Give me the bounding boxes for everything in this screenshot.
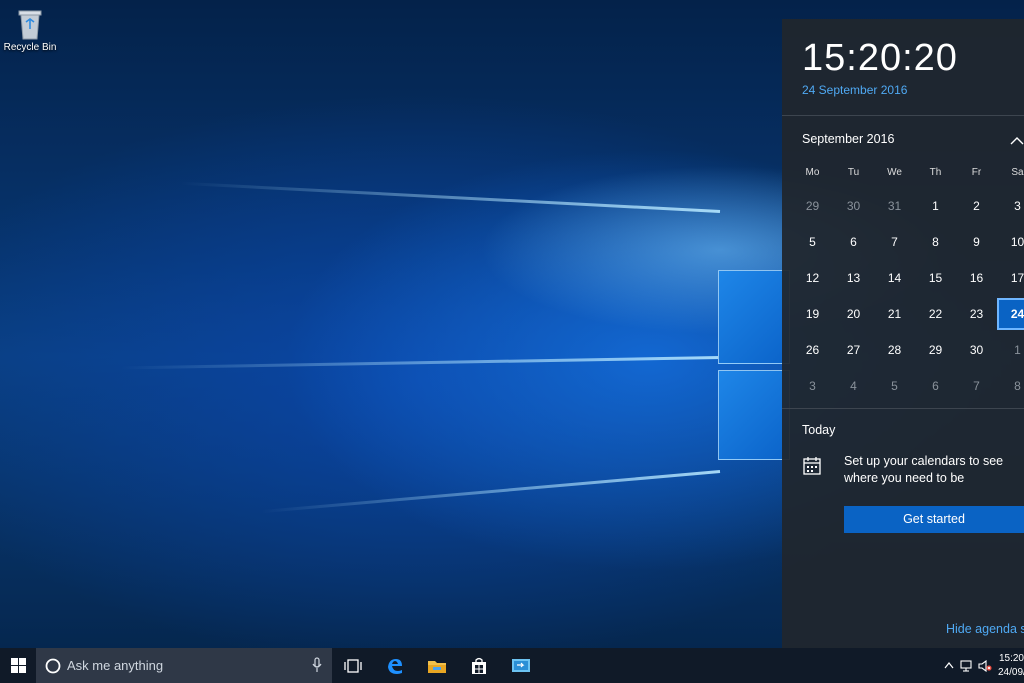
calendar-week-row: 345678 (792, 370, 1024, 402)
calendar-week-row: 19 20 21 22 23 24 (792, 298, 1024, 330)
calendar-day[interactable]: 20 (833, 298, 874, 330)
clock-date: 24/09/2016 (998, 666, 1024, 678)
calendar-day[interactable]: 29 (792, 190, 833, 222)
weekday-label: Sa (1011, 167, 1024, 178)
calendar-icon (803, 457, 821, 479)
calendar-week-row: 12 13 14 15 16 17 (792, 262, 1024, 294)
divider (782, 115, 1024, 116)
calendar-day[interactable]: 7 (874, 226, 915, 258)
calendar-day[interactable]: 19 (792, 298, 833, 330)
start-button[interactable] (0, 648, 36, 683)
flyout-time: 15:20:20 (802, 37, 958, 79)
calendar-day[interactable]: 30 (833, 190, 874, 222)
calendar-week-row: 29 30 31 1 2 3 (792, 190, 1024, 222)
calendar-day[interactable]: 14 (874, 262, 915, 294)
weekday-label: Th (929, 167, 942, 178)
network-icon[interactable] (958, 648, 976, 683)
desktop-icon-label: Recycle Bin (3, 42, 57, 53)
agenda-message: Set up your calendars to see where you n… (844, 454, 1004, 485)
search-placeholder: Ask me anything (67, 658, 164, 673)
calendar-day[interactable]: 2 (956, 190, 997, 222)
search-box[interactable]: Ask me anything (36, 648, 332, 683)
calendar-day[interactable]: 5 (874, 370, 915, 402)
today-label: Today (802, 423, 836, 437)
calendar-day[interactable]: 13 (833, 262, 874, 294)
taskbar-clock[interactable]: 15:20 24/09/2016 (994, 652, 1024, 680)
system-tray: 15:20 24/09/2016 (940, 648, 1024, 683)
calendar-day[interactable]: 1 (997, 334, 1024, 366)
calendar-day-today[interactable]: 24 (997, 298, 1024, 330)
calendar-day[interactable]: 1 (915, 190, 956, 222)
month-title[interactable]: September 2016 (802, 132, 894, 146)
calendar-day[interactable]: 3 (792, 370, 833, 402)
calendar-day[interactable]: 29 (915, 334, 956, 366)
chevron-up-icon[interactable] (940, 648, 958, 683)
calendar-day[interactable]: 9 (956, 226, 997, 258)
task-view-icon[interactable] (332, 648, 374, 683)
desktop-icon-recycle-bin[interactable]: Recycle Bin (2, 6, 58, 53)
chevron-up-icon[interactable] (1010, 131, 1024, 150)
windows-logo-pane (718, 270, 790, 364)
calendar-day[interactable]: 17 (997, 262, 1024, 294)
calendar-day[interactable]: 15 (915, 262, 956, 294)
calendar-day[interactable]: 21 (874, 298, 915, 330)
light-beam (120, 356, 721, 370)
light-beam (180, 181, 721, 213)
calendar-week-row: 26 27 28 29 30 1 (792, 334, 1024, 366)
calendar-day[interactable]: 6 (915, 370, 956, 402)
microphone-icon[interactable] (312, 657, 322, 673)
calendar-day[interactable]: 23 (956, 298, 997, 330)
store-icon[interactable] (458, 648, 500, 683)
calendar-day[interactable]: 3 (997, 190, 1024, 222)
calendar-day[interactable]: 16 (956, 262, 997, 294)
windows-logo-icon (10, 658, 26, 673)
calendar-day[interactable]: 7 (956, 370, 997, 402)
weekday-label: Fr (971, 167, 982, 178)
calendar-day[interactable]: 26 (792, 334, 833, 366)
calendar-day[interactable]: 5 (792, 226, 833, 258)
weekday-label: Mo (805, 167, 820, 178)
calendar-day[interactable]: 12 (792, 262, 833, 294)
weekday-header: Mo Tu We Th Fr Sa (792, 167, 1024, 178)
calendar-day[interactable]: 30 (956, 334, 997, 366)
calendar-day[interactable]: 28 (874, 334, 915, 366)
calendar-week-row: 5 6 7 8 9 10 (792, 226, 1024, 258)
calendar-day[interactable]: 22 (915, 298, 956, 330)
taskbar: Ask me anything 15:20 24/09/2016 (0, 648, 1024, 683)
calendar-flyout: 15:20:20 24 September 2016 September 201… (782, 19, 1024, 648)
file-explorer-icon[interactable] (416, 648, 458, 683)
windows-logo-pane (718, 370, 790, 460)
cortana-icon (45, 658, 61, 673)
calendar-day[interactable]: 8 (915, 226, 956, 258)
edge-icon[interactable] (374, 648, 416, 683)
hide-agenda-link[interactable]: Hide agenda s (946, 622, 1024, 636)
calendar-day[interactable]: 27 (833, 334, 874, 366)
get-started-button[interactable]: Get started (844, 506, 1024, 533)
remote-desktop-icon[interactable] (500, 648, 542, 683)
light-beam (261, 470, 721, 514)
divider (782, 408, 1024, 409)
weekday-label: Tu (847, 167, 860, 178)
clock-time: 15:20 (998, 652, 1024, 664)
calendar-day[interactable]: 4 (833, 370, 874, 402)
recycle-bin-icon (16, 6, 44, 40)
calendar-day[interactable]: 31 (874, 190, 915, 222)
volume-muted-icon[interactable] (976, 648, 994, 683)
weekday-label: We (887, 167, 902, 178)
flyout-date-link[interactable]: 24 September 2016 (802, 83, 907, 97)
calendar-day[interactable]: 10 (997, 226, 1024, 258)
calendar-day[interactable]: 8 (997, 370, 1024, 402)
calendar-day[interactable]: 6 (833, 226, 874, 258)
